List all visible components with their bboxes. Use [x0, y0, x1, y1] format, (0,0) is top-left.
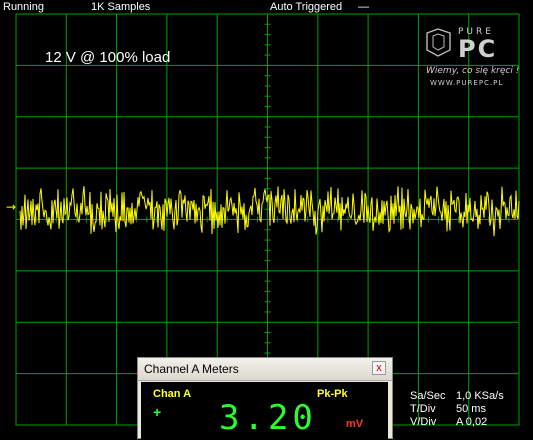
meters-window-titlebar[interactable]: Channel A Meters x: [138, 358, 392, 381]
plus-icon: +: [153, 404, 162, 420]
tdiv-label: T/Div: [410, 403, 436, 415]
purepc-logo-icon: [426, 28, 451, 57]
vdiv-value: A 0,02: [456, 416, 488, 428]
tdiv-value: 50 ms: [456, 403, 486, 415]
close-icon[interactable]: x: [372, 361, 386, 375]
meter-display: Chan A Pk-Pk + 3.20 mV: [141, 382, 388, 440]
trigger-marker: →: [6, 200, 16, 214]
scope-settings: Sa/Sec 1,0 KSa/s T/Div 50 ms V/Div A 0,02: [410, 390, 504, 429]
pk-pk-value: 3.20: [219, 398, 317, 438]
load-caption: 12 V @ 100% load: [45, 49, 171, 66]
vdiv-label: V/Div: [410, 416, 437, 428]
channel-label: Chan A: [153, 388, 192, 400]
channel-a-trace: [19, 186, 520, 237]
measure-label: Pk-Pk: [317, 388, 348, 400]
sa-sec-value: 1,0 KSa/s: [456, 390, 504, 402]
brand-bottom: PC: [458, 35, 498, 63]
meters-window-title: Channel A Meters: [144, 362, 239, 376]
purepc-watermark: PURE PC Wiemy, co się kręci ! WWW.PUREPC…: [420, 22, 528, 92]
site-url: WWW.PUREPC.PL: [430, 79, 504, 87]
channel-a-meters-window[interactable]: Channel A Meters x Chan A Pk-Pk + 3.20 m…: [137, 357, 393, 440]
value-unit: mV: [346, 418, 364, 430]
sa-sec-label: Sa/Sec: [410, 390, 446, 402]
slogan: Wiemy, co się kręci !: [426, 66, 520, 76]
